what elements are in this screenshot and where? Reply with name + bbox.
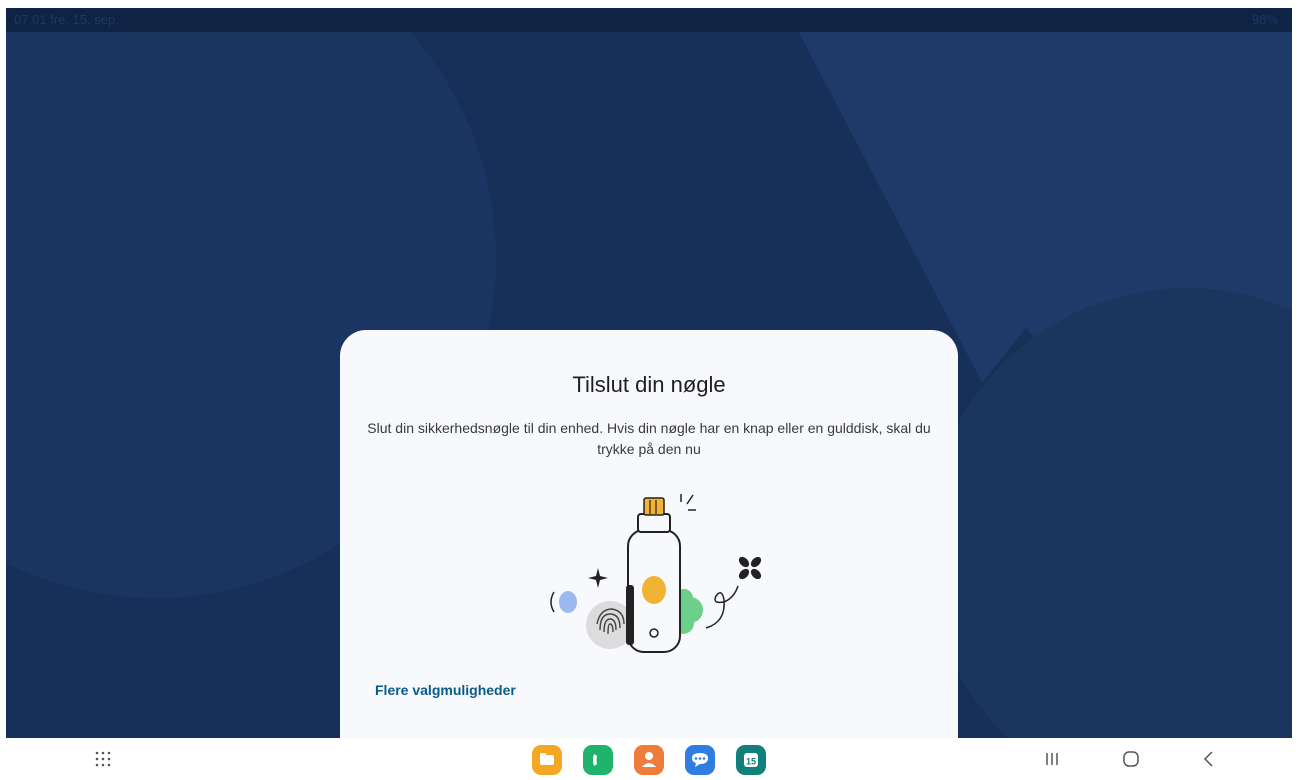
recent-apps-icon[interactable] <box>1041 748 1063 770</box>
back-icon[interactable] <box>1198 748 1220 770</box>
dialog-title: Tilslut din nøgle <box>572 372 726 397</box>
taskbar: 15 <box>0 738 1298 780</box>
status-time-date: 07.01 fre. 15. sep. <box>14 12 119 27</box>
screen: 07.01 fre. 15. sep. 98% Tilslut din nøgl… <box>6 8 1292 738</box>
status-bar: 07.01 fre. 15. sep. 98% <box>6 8 1292 32</box>
battery-level: 98% <box>1251 12 1278 27</box>
apps-grid-icon[interactable] <box>94 750 112 768</box>
home-icon[interactable] <box>1120 748 1142 770</box>
folder-icon[interactable] <box>532 745 562 775</box>
calendar-day: 15 <box>746 757 756 767</box>
phone-icon[interactable] <box>583 745 613 775</box>
contacts-icon[interactable] <box>634 745 664 775</box>
security-key-dialog: Tilslut din nøgle Slut din sikkerhedsnøg… <box>340 330 958 738</box>
calendar-icon[interactable]: 15 <box>736 745 766 775</box>
security-key-illustration <box>550 494 762 653</box>
dialog-description: Slut din sikkerhedsnøgle til din enhed. … <box>367 420 931 457</box>
messages-icon[interactable] <box>685 745 715 775</box>
more-options-link[interactable]: Flere valgmuligheder <box>375 682 516 698</box>
